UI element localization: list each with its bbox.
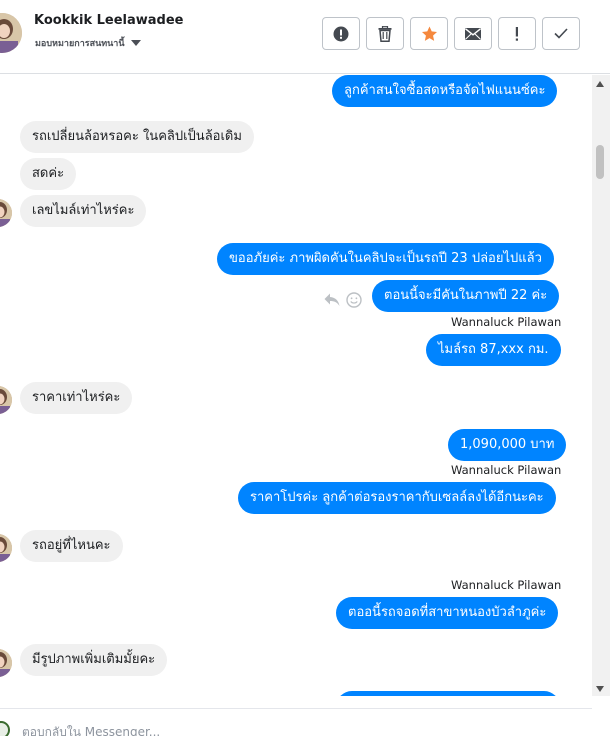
report-button[interactable] xyxy=(322,17,360,50)
reply-icon[interactable] xyxy=(324,293,340,307)
sender-label: Wannaluck Pilawan xyxy=(451,315,562,329)
star-icon xyxy=(421,26,437,41)
alert-circle-icon xyxy=(333,26,349,41)
contact-avatar-small xyxy=(0,534,12,562)
mark-unread-button[interactable] xyxy=(454,17,492,50)
message-incoming[interactable]: สดค่ะ xyxy=(20,158,77,190)
message-outgoing[interactable]: 1,090,000 บาท xyxy=(448,429,567,461)
message-outgoing[interactable]: ตอนนี้จะมีคันในภาพปี 22 ค่ะ xyxy=(372,280,560,312)
sender-label: Wannaluck Pilawan xyxy=(451,578,562,592)
thread-scrollbar[interactable] xyxy=(592,75,610,696)
check-icon xyxy=(554,28,568,39)
message-actions xyxy=(324,292,362,308)
assign-conversation-dropdown[interactable]: มอบหมายการสนทนานี้ xyxy=(35,36,141,50)
sender-label: Wannaluck Pilawan xyxy=(451,463,562,477)
message-outgoing-partial[interactable] xyxy=(336,691,560,696)
message-incoming[interactable]: รถเปลี่ยนล้อหรอคะ ในคลิปเป็นล้อเดิม xyxy=(20,121,254,153)
conversation-toolbar xyxy=(322,17,580,50)
envelope-icon xyxy=(465,27,481,40)
scroll-down-arrow-icon[interactable] xyxy=(596,686,604,692)
message-incoming[interactable]: รถอยู่ที่ไหนคะ xyxy=(20,530,123,562)
message-outgoing[interactable]: ลูกค้าสนใจซื้อสดหรือจัดไฟแนนซ์คะ xyxy=(332,75,558,107)
scroll-up-arrow-icon[interactable] xyxy=(596,81,604,87)
contact-avatar-small xyxy=(0,649,12,677)
message-outgoing[interactable]: ขออภัยค่ะ ภาพผิดคันในคลิปจะเป็นรถปี 23 ป… xyxy=(217,243,554,275)
delete-button[interactable] xyxy=(366,17,404,50)
page-avatar xyxy=(0,721,10,736)
contact-avatar-small xyxy=(0,386,12,414)
contact-name[interactable]: Kookkik Leelawadee xyxy=(34,13,184,28)
mark-done-button[interactable] xyxy=(542,17,580,50)
reply-composer: ตอบกลับใน Messenger... xyxy=(0,708,592,736)
scrollbar-thumb[interactable] xyxy=(596,145,604,179)
spam-button[interactable] xyxy=(498,17,536,50)
contact-avatar-small xyxy=(0,199,12,227)
message-thread[interactable]: ลูกค้าสนใจซื้อสดหรือจัดไฟแนนซ์คะ รถเปลี่… xyxy=(0,75,592,696)
exclamation-icon xyxy=(515,26,518,41)
react-emoji-icon[interactable] xyxy=(346,292,362,308)
star-button[interactable] xyxy=(410,17,448,50)
messenger-conversation: Kookkik Leelawadee มอบหมายการสนทนานี้ ลู… xyxy=(0,0,610,736)
message-incoming[interactable]: เลขไมล์เท่าไหร่คะ xyxy=(20,195,147,227)
message-outgoing[interactable]: ไมล์รถ 87,xxx กม. xyxy=(426,334,561,366)
assign-label: มอบหมายการสนทนานี้ xyxy=(35,39,125,49)
message-incoming[interactable]: มีรูปภาพเพิ่มเติมมั้ยคะ xyxy=(20,644,168,676)
message-outgoing[interactable]: ตออนี้รถจอดที่สาขาหนองบัวลำภูค่ะ xyxy=(336,597,559,629)
message-incoming[interactable]: ราคาเท่าไหร่คะ xyxy=(20,382,133,414)
trash-icon xyxy=(378,25,392,42)
chevron-down-icon xyxy=(130,40,141,46)
reply-input[interactable]: ตอบกลับใน Messenger... xyxy=(22,723,160,736)
message-outgoing[interactable]: ราคาโปรค่ะ ลูกค้าต่อรองราคากับเซลล์ลงได้… xyxy=(238,482,556,514)
contact-avatar[interactable] xyxy=(0,13,22,53)
conversation-header: Kookkik Leelawadee มอบหมายการสนทนานี้ xyxy=(0,0,610,74)
